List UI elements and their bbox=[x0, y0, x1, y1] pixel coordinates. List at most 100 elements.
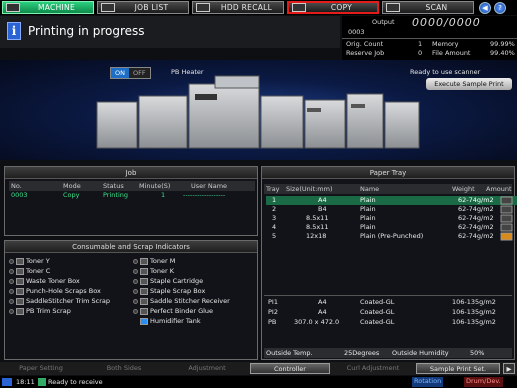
tray-number: 4 bbox=[272, 223, 277, 231]
status-dot-icon bbox=[133, 258, 138, 264]
tray-number: 2 bbox=[272, 205, 277, 213]
table-row[interactable]: 2 B4 Plain 62-74g/m2 bbox=[266, 205, 517, 214]
tray-weight: 106-135g/m2 bbox=[452, 298, 496, 306]
status-dot-icon bbox=[133, 278, 138, 284]
list-item: Perfect Binder Glue bbox=[133, 307, 213, 315]
job-user: ------------------ bbox=[183, 191, 226, 199]
clock-time: 18:11 bbox=[16, 378, 35, 386]
consumable-label: PB Trim Scrap bbox=[26, 307, 71, 315]
file-amount-value: 99.40% bbox=[490, 49, 515, 57]
outside-humidity-label: Outside Humidity bbox=[392, 349, 449, 357]
list-item: Staple Scrap Box bbox=[133, 287, 205, 295]
tray-number: 3 bbox=[272, 214, 277, 222]
job-col-user: User Name bbox=[191, 182, 228, 190]
tray-weight: 62-74g/m2 bbox=[458, 205, 494, 213]
tab-scan-label: SCAN bbox=[425, 3, 448, 12]
tab-job-list[interactable]: JOB LIST bbox=[97, 1, 189, 14]
receive-status: Ready to receive bbox=[48, 378, 103, 386]
list-item: Humidifier Tank bbox=[133, 317, 201, 325]
tray-size: 8.5x11 bbox=[306, 214, 329, 222]
consumable-label: Toner K bbox=[150, 267, 174, 275]
tray-paper-name: Coated-GL bbox=[360, 318, 395, 326]
table-row[interactable]: PI1 A4 Coated-GL 106-135g/m2 bbox=[266, 298, 517, 307]
list-item: Toner K bbox=[133, 267, 174, 275]
tray-weight: 62-74g/m2 bbox=[458, 223, 494, 231]
sample-print-set-button[interactable]: Sample Print Set. bbox=[416, 363, 500, 374]
table-row[interactable]: 0003 Copy Printing 1 ------------------ bbox=[11, 191, 258, 200]
execute-sample-print-button[interactable]: Execute Sample Print bbox=[426, 78, 512, 90]
trim-icon bbox=[16, 307, 24, 315]
memory-label: Memory bbox=[432, 40, 459, 48]
outside-temp-label: Outside Temp. bbox=[266, 349, 313, 357]
curl-adjustment-button[interactable]: Curl Adjustment bbox=[334, 363, 412, 374]
table-row[interactable]: 3 8.5x11 Plain 62-74g/m2 bbox=[266, 214, 517, 223]
clock-icon bbox=[2, 378, 12, 386]
output-label: Output bbox=[372, 18, 395, 26]
tab-hdd-recall-label: HDD RECALL bbox=[220, 3, 273, 12]
paper-setting-button[interactable]: Paper Setting bbox=[2, 363, 80, 374]
consumable-label: SaddleStitcher Trim Scrap bbox=[26, 297, 110, 305]
environment-bar: Outside Temp. 25Degrees Outside Humidity… bbox=[264, 348, 512, 358]
status-title: Printing in progress bbox=[28, 24, 145, 38]
status-line: 18:11 Ready to receive Rotation Drum/Dev… bbox=[0, 376, 517, 388]
next-arrow-icon[interactable]: ▶ bbox=[503, 363, 515, 374]
list-item: Toner C bbox=[9, 267, 50, 275]
tab-machine[interactable]: MACHINE bbox=[2, 1, 94, 14]
water-tank-icon bbox=[140, 317, 148, 325]
toner-icon bbox=[16, 267, 24, 275]
status-dot-icon bbox=[9, 308, 14, 314]
controller-button[interactable]: Controller bbox=[250, 363, 330, 374]
scan-icon bbox=[386, 3, 400, 12]
tray-col-weight: Weight bbox=[452, 185, 475, 193]
help-icon[interactable]: ? bbox=[494, 2, 506, 14]
printing-press-illustration bbox=[96, 75, 420, 149]
paper-tray-title: Paper Tray bbox=[262, 167, 514, 179]
job-panel: Job No. Mode Status Minute(S) User Name … bbox=[4, 166, 258, 236]
job-col-status: Status bbox=[103, 182, 124, 190]
file-amount-label: File Amount bbox=[432, 49, 471, 57]
table-row[interactable]: 4 8.5x11 Plain 62-74g/m2 bbox=[266, 223, 517, 232]
tab-copy[interactable]: COPY bbox=[287, 1, 379, 14]
list-item: PB Trim Scrap bbox=[9, 307, 71, 315]
tray-col-tray: Tray bbox=[266, 185, 280, 193]
volume-icon[interactable]: ◀ bbox=[479, 2, 491, 14]
tray-size: 8.5x11 bbox=[306, 223, 329, 231]
tray-paper-name: Plain bbox=[360, 223, 376, 231]
status-dot-icon bbox=[9, 268, 14, 274]
output-value: 0000/0000 bbox=[412, 16, 481, 29]
job-number: 0003 bbox=[348, 28, 365, 36]
table-row[interactable]: 5 12x18 Plain (Pre-Punched) 62-74g/m2 bbox=[266, 232, 517, 241]
both-sides-button[interactable]: Both Sides bbox=[84, 363, 164, 374]
consumable-label: Staple Cartridge bbox=[150, 277, 204, 285]
list-item: Toner M bbox=[133, 257, 175, 265]
info-icon: i bbox=[7, 22, 21, 40]
consumable-label: Saddle Stitcher Receiver bbox=[150, 297, 230, 305]
consumable-label: Toner Y bbox=[26, 257, 50, 265]
consumable-label: Toner M bbox=[150, 257, 176, 265]
list-item: Toner Y bbox=[9, 257, 50, 265]
orig-count-label: Orig. Count bbox=[346, 40, 384, 48]
copy-icon bbox=[292, 3, 306, 12]
job-minute: 1 bbox=[161, 191, 166, 199]
tab-scan[interactable]: SCAN bbox=[382, 1, 474, 14]
table-row[interactable]: PI2 A4 Coated-GL 106-135g/m2 bbox=[266, 308, 517, 317]
adjustment-button[interactable]: Adjustment bbox=[168, 363, 246, 374]
table-row[interactable]: PB 307.0 x 472.0 Coated-GL 106-135g/m2 bbox=[266, 318, 517, 327]
job-col-minute: Minute(S) bbox=[139, 182, 171, 190]
tray-number: 5 bbox=[272, 232, 277, 240]
consumable-label: Perfect Binder Glue bbox=[150, 307, 214, 315]
tab-hdd-recall[interactable]: HDD RECALL bbox=[192, 1, 284, 14]
list-item: Staple Cartridge bbox=[133, 277, 203, 285]
staple-icon bbox=[140, 277, 148, 285]
tray-weight: 62-74g/m2 bbox=[458, 232, 494, 240]
consumable-label: Waste Toner Box bbox=[26, 277, 80, 285]
tray-number: PB bbox=[268, 318, 277, 326]
staple-icon bbox=[140, 287, 148, 295]
list-item: Punch-Hole Scraps Box bbox=[9, 287, 101, 295]
status-header: i Printing in progress bbox=[0, 16, 340, 48]
drum-dev-indicator: Drum/Dev. bbox=[464, 377, 503, 387]
status-dot-icon bbox=[133, 268, 138, 274]
waste-box-icon bbox=[16, 277, 24, 285]
table-row[interactable]: 1 A4 Plain 62-74g/m2 bbox=[266, 196, 517, 205]
punch-icon bbox=[16, 287, 24, 295]
